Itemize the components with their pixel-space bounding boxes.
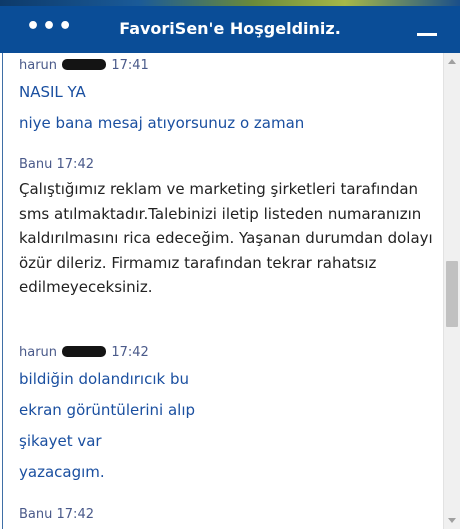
message-user: harun 17:42 bildiğin dolandırıcık bu ekr… xyxy=(19,345,439,481)
chat-panel[interactable]: harun 17:41 NASIL YA niye bana mesaj atı… xyxy=(2,53,445,529)
scroll-up-icon[interactable] xyxy=(448,59,456,64)
message-line: niye bana mesaj atıyorsunuz o zaman xyxy=(19,114,305,132)
redaction-mark xyxy=(62,346,107,357)
message-user: harun 17:41 NASIL YA niye bana mesaj atı… xyxy=(19,58,439,132)
message-time: 17:41 xyxy=(111,58,149,73)
message-line: şikayet var xyxy=(19,432,102,450)
message-text: Çalıştığımız reklam ve marketing şirketl… xyxy=(19,180,433,296)
redaction-mark xyxy=(62,59,107,70)
minimize-icon[interactable] xyxy=(417,33,437,36)
message-line: NASIL YA xyxy=(19,83,86,101)
message-time: 17:42 xyxy=(111,345,149,360)
message-meta: Banu 17:42 xyxy=(19,157,439,173)
message-meta: harun 17:41 xyxy=(19,58,439,74)
message-agent: Banu 17:42 Çalıştığımız reklam ve market… xyxy=(19,157,439,296)
message-line: ekran görüntülerini alıp xyxy=(19,401,196,419)
sender-name: harun xyxy=(19,58,58,73)
message-time: 17:42 xyxy=(56,157,94,172)
scrollbar[interactable] xyxy=(443,53,460,529)
message-meta: Banu 17:42 xyxy=(19,507,439,523)
chat-header: ••• FavoriSen'e Hoşgeldiniz. xyxy=(0,6,460,53)
message-line: yazacagım. xyxy=(19,463,105,481)
message-meta: harun 17:42 xyxy=(19,345,439,361)
sender-name: harun xyxy=(19,345,58,360)
message-time: 17:42 xyxy=(56,507,94,522)
scroll-down-icon[interactable] xyxy=(448,518,456,523)
message-line: bildiğin dolandırıcık bu xyxy=(19,370,189,388)
sender-name: Banu xyxy=(19,157,53,172)
sender-name: Banu xyxy=(19,507,53,522)
scrollbar-thumb[interactable] xyxy=(446,261,458,327)
chat-title: FavoriSen'e Hoşgeldiniz. xyxy=(119,19,341,38)
message-agent: Banu 17:42 xyxy=(19,507,439,523)
